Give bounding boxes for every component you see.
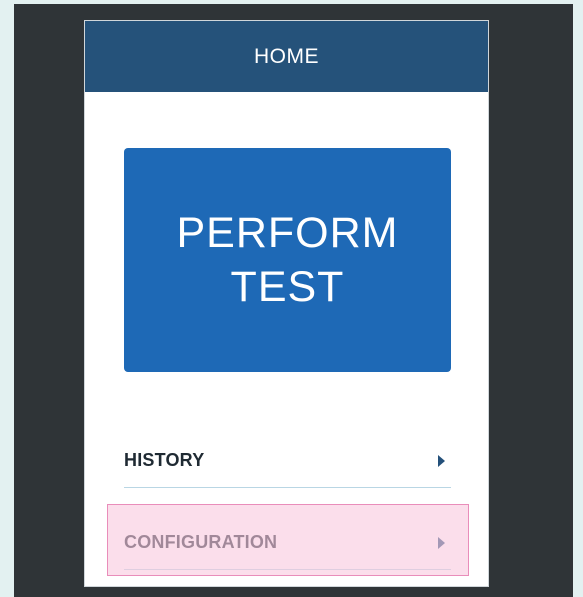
app-screen: HOME PERFORM TEST HISTORY CONFIGURATION bbox=[84, 20, 489, 587]
chevron-right-icon bbox=[438, 536, 445, 549]
header-bar: HOME bbox=[85, 21, 488, 92]
menu-item-label: HISTORY bbox=[124, 450, 205, 470]
menu-item-label: CONFIGURATION bbox=[124, 532, 278, 552]
menu-item-configuration[interactable]: CONFIGURATION bbox=[124, 516, 451, 570]
perform-test-line2: TEST bbox=[230, 263, 345, 311]
menu-item-history[interactable]: HISTORY bbox=[124, 434, 451, 488]
perform-test-button[interactable]: PERFORM TEST bbox=[124, 148, 451, 372]
perform-test-line1: PERFORM bbox=[176, 209, 399, 257]
page-title: HOME bbox=[254, 44, 319, 68]
chevron-right-icon bbox=[438, 454, 445, 467]
